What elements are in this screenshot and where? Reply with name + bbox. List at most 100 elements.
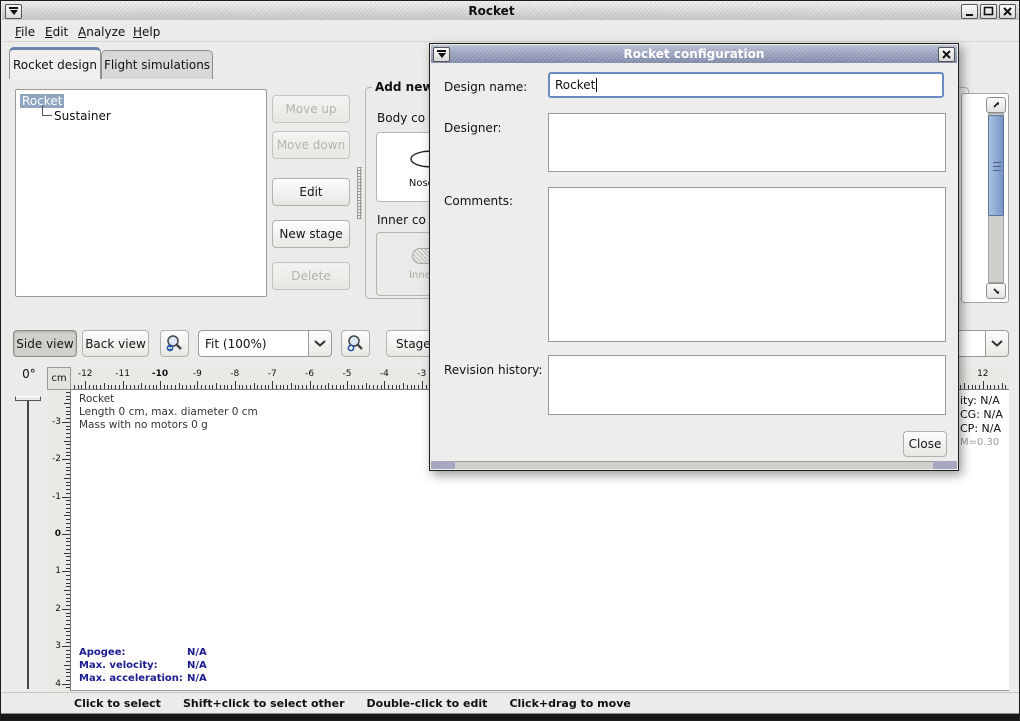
scroll-down-button[interactable] — [986, 283, 1006, 299]
window-menu-icon — [9, 7, 18, 15]
dialog-close-action-button[interactable]: Close — [903, 431, 947, 457]
zoom-out-button[interactable] — [160, 330, 189, 357]
menu-bar: File Edit Analyze Help — [2, 20, 1019, 42]
revision-history-label: Revision history: — [444, 363, 542, 377]
tree-elbow-line — [42, 105, 52, 116]
chevron-down-icon — [991, 340, 1003, 347]
v-ruler-label: -2 — [52, 454, 61, 464]
h-ruler-label: 12 — [977, 369, 988, 379]
hint-double-click: Double-click to edit — [367, 697, 488, 710]
maximize-icon — [983, 6, 994, 17]
edit-button[interactable]: Edit — [272, 178, 350, 206]
v-ruler-label: 4 — [55, 679, 61, 689]
ruler-unit-label: cm — [47, 367, 71, 390]
v-ruler-label: -3 — [52, 417, 61, 427]
component-tree[interactable]: Rocket Sustainer — [15, 89, 267, 297]
zoom-level-value: Fit (100%) — [198, 330, 308, 357]
design-name-label: Design name: — [444, 80, 527, 94]
zoom-combo-arrow[interactable] — [308, 330, 332, 357]
v-ruler-label: 1 — [55, 566, 61, 576]
h-ruler-label: -10 — [152, 369, 168, 379]
secondary-combo-arrow[interactable] — [985, 330, 1009, 357]
comments-input[interactable] — [548, 187, 946, 342]
scrollbar-thumb[interactable] — [988, 115, 1004, 216]
h-ruler-label: -11 — [115, 369, 130, 379]
stat-value: N/A — [187, 646, 207, 659]
h-ruler-label: -6 — [305, 369, 314, 379]
dialog-menu-icon — [437, 50, 446, 58]
rocket-info-text: Rocket Length 0 cm, max. diameter 0 cm M… — [79, 393, 258, 432]
h-ruler-label: -5 — [343, 369, 352, 379]
design-name-input[interactable]: Rocket — [548, 72, 944, 98]
dialog-resize-bar[interactable] — [431, 461, 957, 469]
tree-item-sustainer[interactable]: Sustainer — [42, 109, 266, 123]
zoom-level-combo[interactable]: Fit (100%) — [198, 330, 332, 357]
text-caret — [596, 78, 597, 92]
v-ruler-label: 0 — [55, 529, 61, 539]
status-bar: Click to select Shift+click to select ot… — [2, 692, 1019, 713]
menu-file[interactable]: File — [11, 23, 39, 41]
stat-label: Apogee: — [79, 646, 187, 659]
h-ruler-label: -4 — [380, 369, 389, 379]
rocket-configuration-dialog: Rocket configuration Design name: Rocket… — [429, 43, 959, 471]
dialog-menu-button[interactable] — [433, 47, 450, 62]
new-stage-button[interactable]: New stage — [272, 220, 350, 248]
revision-history-input[interactable] — [548, 355, 946, 415]
splitter-grip[interactable] — [357, 167, 362, 219]
stat-value: N/A — [187, 659, 207, 672]
hint-click-drag: Click+drag to move — [509, 697, 630, 710]
move-down-button[interactable]: Move down — [272, 131, 350, 159]
designer-label: Designer: — [444, 121, 502, 135]
chevron-up-icon — [993, 102, 999, 108]
comments-label: Comments: — [444, 194, 513, 208]
h-ruler-label: -12 — [78, 369, 93, 379]
zoom-in-icon — [346, 334, 365, 353]
stat-label: Max. acceleration: — [79, 672, 187, 685]
menu-help[interactable]: Help — [129, 23, 164, 41]
h-ruler-label: -8 — [230, 369, 239, 379]
minimize-icon — [964, 6, 975, 17]
title-bar[interactable]: Rocket — [2, 2, 1019, 20]
close-icon — [941, 49, 952, 60]
delete-button[interactable]: Delete — [272, 262, 350, 290]
v-ruler-label: 2 — [55, 604, 61, 614]
move-up-button[interactable]: Move up — [272, 95, 350, 123]
dialog-resize-corner-left[interactable] — [431, 461, 455, 469]
close-button[interactable] — [999, 4, 1016, 19]
dialog-title-bar[interactable]: Rocket configuration — [431, 45, 957, 63]
v-ruler-label: 3 — [55, 641, 61, 651]
side-view-button[interactable]: Side view — [13, 330, 77, 357]
tab-rocket-design[interactable]: Rocket design — [9, 47, 101, 79]
h-ruler-label: -9 — [193, 369, 202, 379]
body-components-label: Body co — [377, 111, 429, 125]
dialog-title: Rocket configuration — [451, 47, 937, 61]
vertical-ruler: -3 -2 -1 0 1 2 3 4 — [47, 390, 71, 691]
dialog-resize-corner-right[interactable] — [933, 461, 957, 469]
scroll-up-button[interactable] — [986, 97, 1006, 113]
stat-value: N/A — [187, 672, 207, 685]
back-view-button[interactable]: Back view — [82, 330, 149, 357]
mach-readout: M=0.30 — [960, 436, 1003, 450]
tab-flight-simulations[interactable]: Flight simulations — [101, 50, 213, 79]
main-window: Rocket File Edit Analyze Help Rocket des… — [0, 0, 1020, 721]
dialog-close-button[interactable] — [938, 47, 955, 62]
h-ruler-label: -3 — [417, 369, 426, 379]
stability-readout: ity: N/A CG: N/A CP: N/A M=0.30 — [960, 394, 1003, 450]
menu-analyze[interactable]: Analyze — [74, 23, 129, 41]
flight-stats: Apogee:N/A Max. velocity:N/A Max. accele… — [79, 646, 207, 685]
v-ruler-label: -1 — [52, 492, 61, 502]
h-ruler-label: -7 — [268, 369, 277, 379]
inner-components-label: Inner co — [377, 213, 429, 227]
close-icon — [1002, 6, 1013, 17]
rotation-slider-track[interactable] — [27, 401, 29, 689]
window-bottom-edge[interactable] — [1, 713, 1020, 721]
zoom-in-button[interactable] — [341, 330, 370, 357]
window-menu-button[interactable] — [5, 4, 22, 19]
maximize-button[interactable] — [980, 4, 997, 19]
minimize-button[interactable] — [961, 4, 978, 19]
designer-input[interactable] — [548, 113, 946, 172]
window-title: Rocket — [23, 4, 960, 18]
rotation-value: 0° — [15, 367, 43, 381]
add-new-group-label: Add new — [372, 80, 436, 94]
menu-edit[interactable]: Edit — [41, 23, 72, 41]
